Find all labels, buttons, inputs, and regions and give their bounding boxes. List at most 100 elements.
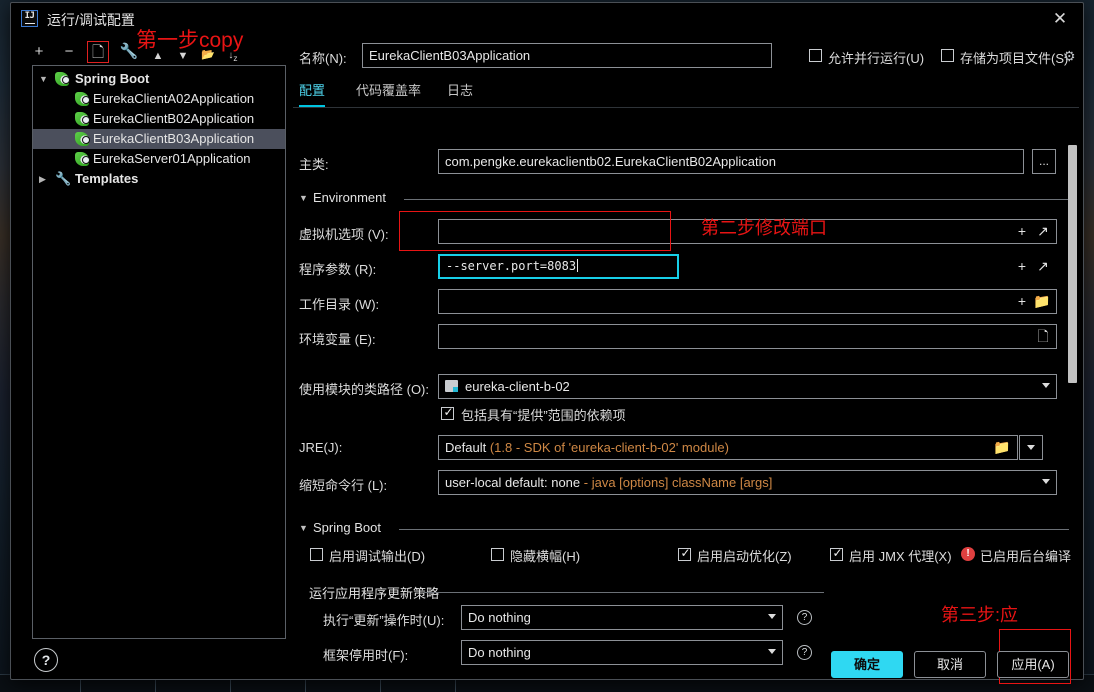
tree-item-eurekaclientb02[interactable]: EurekaClientB02Application: [33, 109, 285, 129]
spring-boot-section-header[interactable]: ▼ Spring Boot: [299, 520, 1069, 538]
tree-node-templates[interactable]: ▶ 🔧 Templates: [33, 169, 285, 189]
main-class-input[interactable]: com.pengke.eurekaclientb02.EurekaClientB…: [438, 149, 1024, 174]
gear-icon[interactable]: ⚙: [1063, 48, 1076, 65]
tree-item-label: EurekaServer01Application: [93, 151, 251, 166]
intellij-logo-icon: IJ: [21, 10, 38, 27]
configuration-editor-pane: 名称(N): EurekaClientB03Application 允许并行运行…: [293, 37, 1083, 665]
enable-launch-optimization-checkbox[interactable]: [678, 546, 692, 561]
shorten-command-line-combo[interactable]: user-local default: none - java [options…: [438, 470, 1057, 495]
scrollbar-thumb[interactable]: [1068, 145, 1077, 383]
ok-button[interactable]: 确定: [831, 651, 903, 678]
hide-banner-label: 隐藏横幅(H): [510, 549, 581, 564]
environment-variables-row: 环境变量 (E): 🗋: [293, 324, 1069, 350]
on-update-value: Do nothing: [468, 610, 531, 625]
on-frame-deactivation-combo[interactable]: Do nothing: [461, 640, 783, 665]
vm-options-input[interactable]: [438, 219, 1057, 244]
sort-configurations-icon[interactable]: ↓z: [222, 45, 244, 67]
jre-value-detail: (1.8 - SDK of 'eureka-client-b-02' modul…: [489, 440, 729, 455]
dialog-title: 运行/调试配置: [47, 12, 135, 28]
tree-item-eurekaclienta02[interactable]: EurekaClientA02Application: [33, 89, 285, 109]
environment-variables-label: 环境变量 (E):: [299, 332, 376, 347]
expand-icon[interactable]: ↗: [1035, 219, 1051, 244]
move-up-icon[interactable]: ▲: [147, 45, 169, 67]
chevron-down-icon: ▼: [299, 193, 308, 203]
help-icon[interactable]: ?: [797, 645, 812, 660]
enable-launch-optimization-label: 启用启动优化(Z): [697, 549, 792, 564]
module-classpath-combo[interactable]: eureka-client-b-02: [438, 374, 1057, 399]
apply-button[interactable]: 应用(A): [997, 651, 1069, 678]
folder-icon[interactable]: 📁: [1033, 289, 1051, 314]
configurations-tree[interactable]: ▼ Spring Boot EurekaClientA02Application…: [32, 65, 286, 639]
shorten-command-line-detail: - java [options] className [args]: [583, 475, 773, 490]
on-update-row: 执行“更新”操作时(U): Do nothing ?: [293, 605, 1069, 631]
module-classpath-value: eureka-client-b-02: [465, 379, 570, 394]
tree-node-spring-boot[interactable]: ▼ Spring Boot: [33, 69, 285, 89]
include-provided-row: 包括具有“提供”范围的依赖项: [293, 405, 1069, 425]
plus-icon[interactable]: +: [1015, 219, 1029, 244]
enable-jmx-agent-checkbox[interactable]: [830, 546, 844, 561]
expand-icon[interactable]: ↗: [1035, 254, 1051, 279]
working-directory-input[interactable]: [438, 289, 1057, 314]
on-update-combo[interactable]: Do nothing: [461, 605, 783, 630]
jre-dropdown-button[interactable]: [1019, 435, 1043, 460]
hide-banner-checkbox[interactable]: [491, 548, 504, 561]
remove-configuration-icon[interactable]: −: [58, 41, 80, 63]
on-frame-deactivation-value: Do nothing: [468, 645, 531, 660]
browse-main-class-button[interactable]: ...: [1032, 149, 1056, 174]
tree-item-label: EurekaClientB03Application: [93, 131, 255, 146]
name-input[interactable]: EurekaClientB03Application: [362, 43, 772, 68]
folder-icon[interactable]: 📁: [993, 435, 1011, 460]
help-icon[interactable]: ?: [797, 610, 812, 625]
vm-options-row: 虚拟机选项 (V): + ↗: [293, 219, 1069, 245]
environment-section-header[interactable]: ▼ Environment: [299, 190, 1069, 208]
include-provided-checkbox[interactable]: [441, 405, 455, 420]
list-icon[interactable]: 🗋: [1035, 324, 1051, 349]
program-arguments-label: 程序参数 (R):: [299, 262, 377, 277]
plus-icon[interactable]: +: [1015, 289, 1029, 314]
section-divider: [399, 529, 1069, 530]
main-class-label: 主类:: [299, 157, 329, 172]
vm-options-label: 虚拟机选项 (V):: [299, 227, 389, 242]
copy-configuration-icon[interactable]: 🗋: [87, 41, 109, 63]
name-row: 名称(N): EurekaClientB03Application 允许并行运行…: [293, 43, 1083, 69]
jre-combo[interactable]: Default (1.8 - SDK of 'eureka-client-b-0…: [438, 435, 1018, 460]
add-configuration-icon[interactable]: +: [28, 41, 50, 63]
enable-debug-output-checkbox[interactable]: [310, 548, 323, 561]
tree-item-label: EurekaClientA02Application: [93, 91, 255, 106]
editor-tabs: 配置 代码覆盖率 日志: [299, 81, 1079, 107]
tab-logs[interactable]: 日志: [447, 81, 473, 107]
jre-row: JRE(J): Default (1.8 - SDK of 'eureka-cl…: [293, 435, 1069, 461]
shorten-command-line-value: user-local default: none: [445, 475, 581, 490]
spring-boot-icon: [75, 132, 90, 146]
spring-boot-section-title: Spring Boot: [313, 520, 381, 535]
cancel-button[interactable]: 取消: [914, 651, 986, 678]
store-as-project-file-checkbox[interactable]: [941, 49, 954, 62]
tree-item-eurekaclientb03[interactable]: EurekaClientB03Application: [33, 129, 285, 149]
program-arguments-input[interactable]: --server.port=8083: [438, 254, 679, 279]
shorten-command-line-label: 缩短命令行 (L):: [299, 478, 388, 493]
edit-templates-wrench-icon[interactable]: 🔧: [118, 41, 140, 63]
update-policy-section-title: 运行应用程序更新策略: [309, 586, 440, 601]
tree-item-eurekaserver01[interactable]: EurekaServer01Application: [33, 149, 285, 169]
close-icon[interactable]: ✕: [1047, 7, 1073, 31]
vertical-scrollbar[interactable]: [1068, 145, 1077, 673]
spring-boot-options-row: 启用调试输出(D) 隐藏横幅(H) 启用启动优化(Z) 启用 JMX 代理(X)…: [293, 545, 1071, 565]
plus-icon[interactable]: +: [1015, 254, 1029, 279]
store-as-project-file-label: 存储为项目文件(S): [960, 51, 1069, 66]
tree-node-label: Templates: [75, 171, 139, 186]
jre-label: JRE(J):: [299, 440, 343, 455]
tab-configuration[interactable]: 配置: [299, 81, 326, 107]
help-icon[interactable]: ?: [34, 648, 58, 672]
enable-debug-output-label: 启用调试输出(D): [329, 549, 426, 564]
new-folder-icon[interactable]: 📂: [197, 44, 219, 66]
environment-variables-input[interactable]: [438, 324, 1057, 349]
move-down-icon[interactable]: ▼: [172, 45, 194, 67]
spring-boot-icon: [55, 72, 70, 86]
tree-item-label: EurekaClientB02Application: [93, 111, 255, 126]
shorten-command-line-row: 缩短命令行 (L): user-local default: none - ja…: [293, 470, 1069, 496]
chevron-down-icon: [768, 614, 776, 619]
wrench-icon: 🔧: [55, 171, 72, 186]
tab-code-coverage[interactable]: 代码覆盖率: [356, 81, 421, 107]
spring-boot-icon: [75, 152, 90, 166]
allow-parallel-run-checkbox[interactable]: [809, 49, 822, 62]
